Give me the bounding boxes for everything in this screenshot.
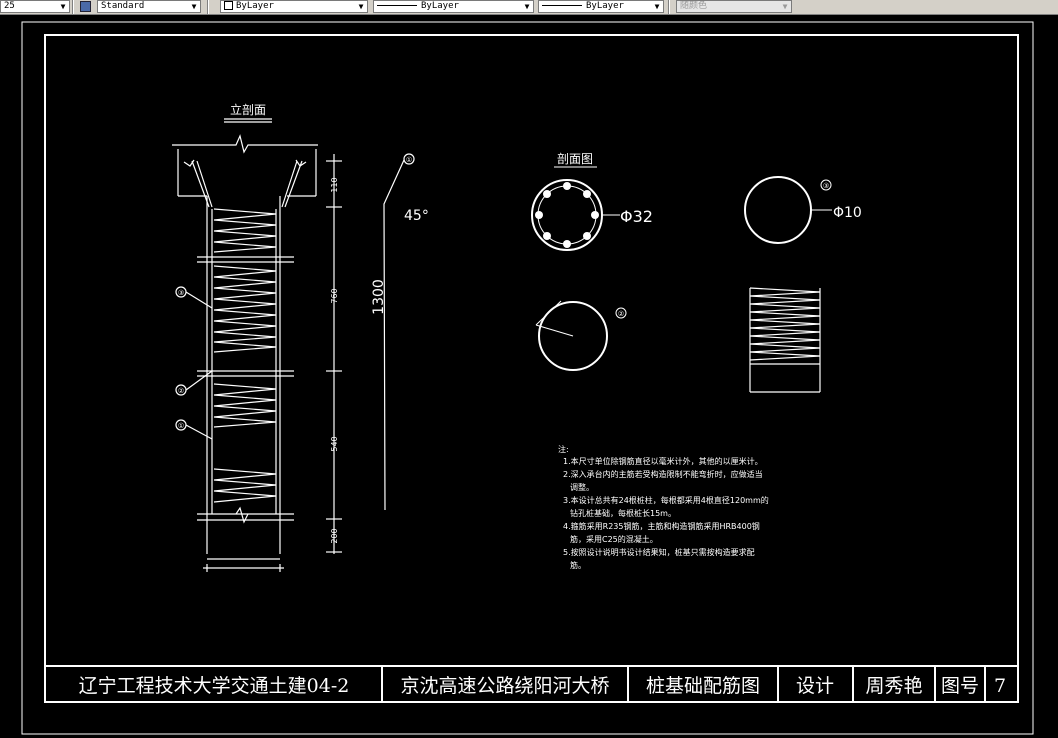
- note-line: 4.箍筋采用R235钢筋，主筋和构造钢筋采用HRB400钢: [563, 521, 760, 531]
- section-title: 剖面图: [557, 152, 593, 166]
- properties-toolbar: 25 ▼ Standard ▼ ByLayer ▼ ByLayer ▼ ByLa…: [0, 0, 1058, 15]
- callout-3-ring: ③: [823, 182, 829, 190]
- note-line: 1.本尺寸单位除钢筋直径以毫米计外，其他的以厘米计。: [563, 456, 763, 466]
- notes-block: 注: 1.本尺寸单位除钢筋直径以毫米计外，其他的以厘米计。 2.深入承台内的主筋…: [558, 444, 769, 570]
- school-cell: 辽宁工程技术大学交通土建04-2: [79, 675, 350, 697]
- callout-2-left: ②: [178, 387, 184, 395]
- chevron-down-icon: ▼: [654, 2, 660, 11]
- callout-2-ring: ②: [618, 310, 624, 318]
- color-combo[interactable]: ByLayer ▼: [220, 0, 368, 13]
- main-bar-diameter: Φ32: [620, 207, 653, 226]
- chevron-down-icon: ▼: [782, 2, 788, 11]
- main-bars-section: [535, 182, 599, 248]
- lineweight-value: ByLayer: [586, 1, 624, 11]
- callout-3-left: ③: [178, 289, 184, 297]
- elevation-title: 立剖面: [230, 102, 266, 117]
- note-line: 钻孔桩基础，每根桩长15m。: [570, 508, 676, 518]
- callout-1-bar: ①: [406, 156, 412, 164]
- chevron-down-icon: ▼: [60, 2, 66, 11]
- lineweight-combo[interactable]: ByLayer ▼: [538, 0, 664, 13]
- drawing-name-cell: 桩基础配筋图: [646, 675, 760, 697]
- chevron-down-icon: ▼: [358, 2, 364, 11]
- callout-1-left: ①: [178, 422, 184, 430]
- lineweight-sample-icon: [542, 5, 582, 6]
- linetype-value: ByLayer: [421, 1, 459, 11]
- chevron-down-icon: ▼: [524, 2, 530, 11]
- plotstyle-value: 随颜色: [680, 1, 708, 11]
- bend-angle: 45°: [404, 208, 429, 224]
- stirrup-ring-detail: [535, 300, 608, 371]
- dim-bottom: 200: [330, 528, 339, 543]
- color-value: ByLayer: [236, 1, 274, 11]
- hoop-diameter: Φ10: [833, 205, 862, 221]
- note-line: 2.深入承台内的主筋若受构造限制不能弯折时，应做适当: [563, 469, 763, 479]
- design-label-cell: 设计: [796, 675, 834, 697]
- color-swatch-icon: [224, 1, 233, 10]
- dimstyle-value: 25: [4, 1, 15, 11]
- textstyle-icon[interactable]: [80, 1, 91, 12]
- project-cell: 京沈高速公路绕阳河大桥: [400, 675, 609, 697]
- dim-cap: 110: [330, 177, 339, 192]
- hoop-ring-detail: [744, 176, 812, 244]
- note-line: 3.本设计总共有24根桩柱，每根都采用4根直径120mm的: [563, 495, 769, 505]
- sheet-number-cell: 7: [994, 675, 1006, 697]
- drawing-frame: [44, 34, 1019, 703]
- dim-upper: 760: [330, 288, 339, 303]
- notes-header: 注:: [558, 444, 569, 454]
- textstyle-combo[interactable]: Standard ▼: [97, 0, 201, 13]
- note-line: 5.按照设计说明书设计结果知，桩基只需按构造要求配: [563, 547, 755, 557]
- toolbar-separator: [72, 0, 74, 14]
- textstyle-value: Standard: [101, 1, 145, 11]
- drawing-canvas[interactable]: 立剖面 110 760 540 200 ③ ② ① ① 45° 1300 剖面图…: [0, 14, 1058, 738]
- note-line: 筋。: [570, 560, 586, 570]
- dimstyle-combo[interactable]: 25 ▼: [0, 0, 70, 13]
- linetype-sample-icon: [377, 5, 417, 6]
- toolbar-separator: [207, 0, 209, 14]
- chevron-down-icon: ▼: [191, 2, 197, 11]
- sheet-label-cell: 图号: [941, 675, 979, 697]
- paper-border: [21, 21, 1034, 735]
- linetype-combo[interactable]: ByLayer ▼: [373, 0, 534, 13]
- designer-cell: 周秀艳: [865, 675, 922, 697]
- pile-elevation-view: 立剖面: [172, 102, 342, 572]
- spiral-detail: [749, 287, 821, 393]
- toolbar-separator: [668, 0, 670, 14]
- plotstyle-combo[interactable]: 随颜色 ▼: [676, 0, 792, 13]
- dim-lower: 540: [330, 436, 339, 451]
- bar-length: 1300: [371, 279, 387, 315]
- note-line: 筋，采用C25的混凝土。: [570, 534, 658, 544]
- note-line: 调整。: [570, 482, 594, 492]
